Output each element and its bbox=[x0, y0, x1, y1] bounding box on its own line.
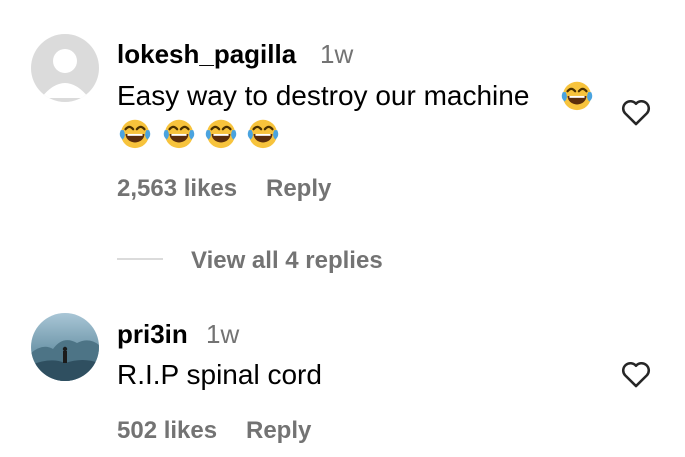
avatar[interactable] bbox=[31, 313, 99, 381]
likes-count[interactable]: 2,563 likes bbox=[117, 175, 237, 203]
face-with-tears-of-joy-icon bbox=[118, 116, 152, 150]
like-heart-icon[interactable] bbox=[619, 357, 653, 391]
comment-text: R.I.P spinal cord bbox=[117, 359, 322, 390]
face-with-tears-of-joy-icon bbox=[560, 78, 594, 112]
default-avatar-icon bbox=[31, 34, 99, 102]
face-with-tears-of-joy-icon bbox=[246, 116, 280, 150]
likes-count[interactable]: 502 likes bbox=[117, 417, 217, 445]
comment-username[interactable]: lokesh_pagilla bbox=[117, 39, 296, 70]
reply-button[interactable]: Reply bbox=[266, 175, 331, 203]
view-replies-button[interactable]: View all 4 replies bbox=[191, 247, 383, 275]
avatar[interactable] bbox=[31, 34, 99, 102]
replies-divider bbox=[117, 258, 163, 260]
like-heart-icon[interactable] bbox=[619, 95, 653, 129]
comment-timestamp[interactable]: 1w bbox=[206, 319, 239, 350]
face-with-tears-of-joy-icon bbox=[162, 116, 196, 150]
comment-username[interactable]: pri3in bbox=[117, 319, 188, 350]
face-with-tears-of-joy-icon bbox=[204, 116, 238, 150]
reply-button[interactable]: Reply bbox=[246, 417, 311, 445]
profile-photo-icon bbox=[31, 313, 99, 381]
comment-timestamp[interactable]: 1w bbox=[320, 39, 353, 70]
comment-text: Easy way to destroy our machine bbox=[117, 80, 530, 111]
